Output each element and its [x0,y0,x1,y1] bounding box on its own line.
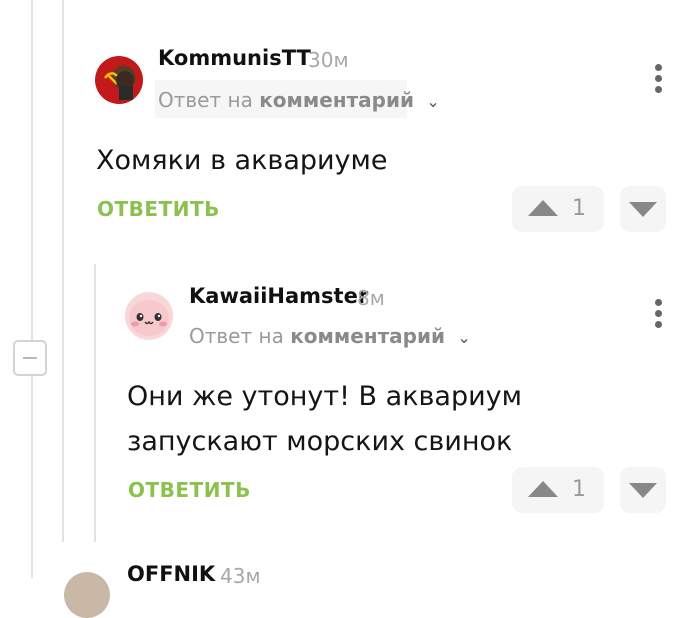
collapse-thread-button[interactable] [13,340,47,376]
author-name[interactable]: KommunisTT [158,46,311,70]
more-options-icon[interactable] [655,299,663,332]
minus-icon [23,357,37,359]
comment-time: 8м [357,286,385,310]
reply-button[interactable]: ОТВЕТИТЬ [97,197,220,221]
reply-target: комментарий [290,324,446,348]
comment-text: Они же утонут! В аквариум запускают морс… [127,381,522,457]
hammer-sickle-icon [104,71,134,100]
reply-to-link[interactable]: Ответ на комментарий ⌄ [158,88,440,112]
comment-time: 30м [308,48,349,72]
reply-prefix: Ответ на [158,88,253,112]
vote-widget: 1 [512,186,604,232]
chevron-down-icon: ⌄ [457,328,471,347]
reply-prefix: Ответ на [189,324,284,348]
reply-to-link[interactable]: Ответ на комментарий ⌄ [189,324,471,348]
downvote-icon [629,202,657,217]
kawaii-face-icon [129,300,169,336]
avatar[interactable] [95,56,143,104]
upvote-icon[interactable] [528,200,558,216]
thread-line-outer [31,0,33,340]
downvote-icon [629,483,657,498]
downvote-button[interactable] [620,467,666,513]
thread-line-outer-lower [31,376,33,578]
author-name[interactable]: OFFNIK [127,562,215,586]
thread-line-level3 [94,264,96,542]
reply-target: комментарий [259,88,415,112]
thread-line-level2 [62,0,64,542]
more-options-icon[interactable] [655,64,663,97]
downvote-button[interactable] [620,186,666,232]
avatar[interactable] [64,572,110,618]
upvote-icon[interactable] [528,481,558,497]
vote-count: 1 [572,477,586,502]
author-name[interactable]: KawaiiHamster [189,284,368,308]
chevron-down-icon: ⌄ [426,92,440,111]
reply-button[interactable]: ОТВЕТИТЬ [128,478,251,502]
avatar[interactable] [125,292,173,340]
comment-time: 43м [220,564,261,588]
comment-text: Хомяки в аквариуме [96,145,388,176]
vote-widget: 1 [512,467,604,513]
vote-count: 1 [572,196,586,221]
